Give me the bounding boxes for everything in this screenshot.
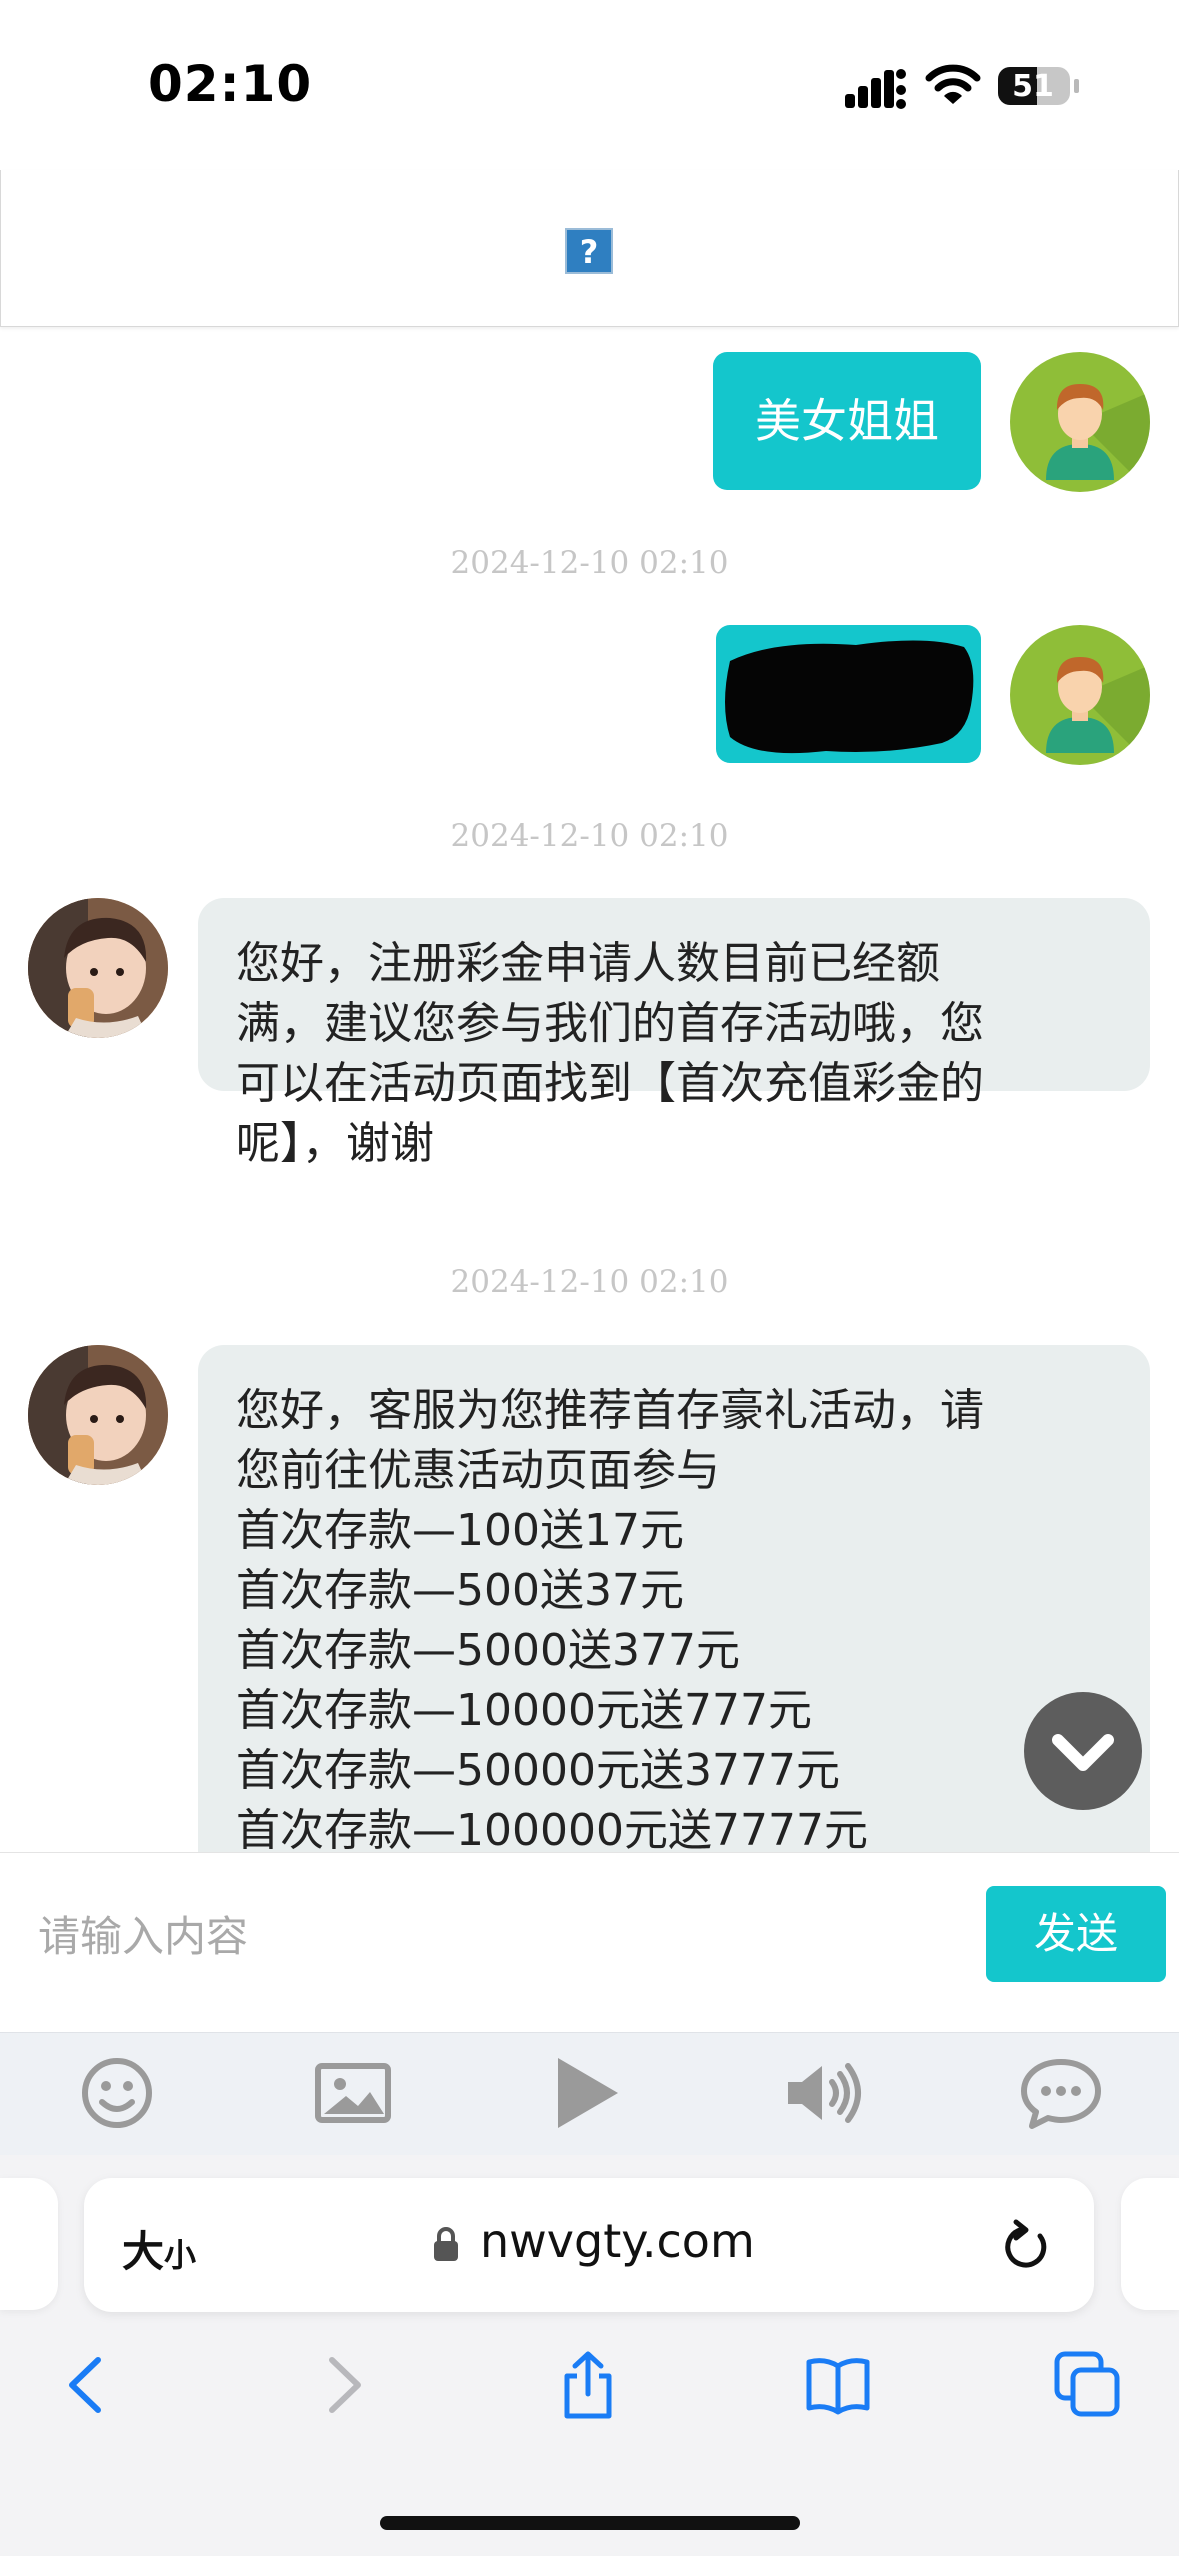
message-text: 首次存款—500送37元 bbox=[236, 1565, 684, 1616]
message-text: 首次存款—5000送377元 bbox=[236, 1625, 740, 1676]
redacted-content bbox=[725, 640, 974, 754]
tabs-icon[interactable] bbox=[1053, 2350, 1123, 2420]
message-text: 您好，注册彩金申请人数目前已经额 bbox=[236, 938, 940, 989]
url-text[interactable]: nwvgty.com bbox=[480, 2214, 755, 2268]
text-size-label: 大 bbox=[122, 2227, 165, 2276]
lock-icon bbox=[434, 2227, 458, 2261]
message-text: 可以在活动页面找到【首次充值彩金的 bbox=[236, 1058, 984, 1109]
chevron-down-icon bbox=[1052, 1734, 1114, 1771]
reload-icon[interactable] bbox=[1000, 2218, 1052, 2272]
person-icon bbox=[1046, 384, 1150, 492]
forward-icon[interactable] bbox=[308, 2350, 378, 2420]
child-photo bbox=[28, 1345, 168, 1485]
message-timestamp: 2024-12-10 02:10 bbox=[450, 818, 729, 854]
share-icon[interactable] bbox=[553, 2350, 623, 2420]
child-photo bbox=[28, 898, 168, 1038]
incoming-message-bubble: 您好，注册彩金申请人数目前已经额 满，建议您参与我们的首存活动哦，您 可以在活动… bbox=[198, 898, 1150, 1169]
message-text: 满，建议您参与我们的首存活动哦，您 bbox=[236, 998, 984, 1049]
text-size-button[interactable]: 大小 bbox=[122, 2218, 196, 2279]
status-clock: 02:10 bbox=[148, 55, 313, 113]
wifi-icon bbox=[925, 64, 981, 104]
bookmarks-icon[interactable] bbox=[803, 2350, 873, 2420]
broken-image-icon: ? bbox=[565, 228, 613, 274]
message-timestamp: 2024-12-10 02:10 bbox=[450, 545, 729, 581]
message-timestamp: 2024-12-10 02:10 bbox=[450, 1264, 729, 1300]
message-text: 您前往优惠活动页面参与 bbox=[236, 1445, 720, 1496]
voice-icon[interactable] bbox=[778, 2048, 868, 2138]
cellular-signal-icon bbox=[845, 69, 906, 109]
incoming-message-bubble: 您好，客服为您推荐首存豪礼活动，请 您前往优惠活动页面参与 首次存款—100送1… bbox=[198, 1345, 1150, 1852]
message-input[interactable] bbox=[36, 1880, 970, 1992]
emoji-icon[interactable] bbox=[72, 2048, 162, 2138]
person-icon bbox=[1046, 657, 1150, 765]
battery-level: 51 bbox=[1012, 69, 1054, 104]
message-list[interactable]: 美女姐姐 2024-12-10 02:10 2024-12-10 02:10 您… bbox=[0, 327, 1179, 1852]
message-text: 首次存款—10000元送777元 bbox=[236, 1685, 812, 1736]
agent-avatar[interactable] bbox=[1010, 625, 1150, 765]
image-icon[interactable] bbox=[308, 2048, 398, 2138]
battery-icon: 51 bbox=[997, 66, 1081, 106]
send-button[interactable]: 发送 bbox=[986, 1886, 1166, 1982]
support-avatar[interactable] bbox=[28, 898, 168, 1038]
message-text: 您好，客服为您推荐首存豪礼活动，请 bbox=[236, 1385, 984, 1436]
agent-avatar[interactable] bbox=[1010, 352, 1150, 492]
message-text: 首次存款—50000元送3777元 bbox=[236, 1745, 840, 1796]
previous-tab-preview[interactable] bbox=[0, 2178, 58, 2310]
text-size-label-small: 小 bbox=[164, 2236, 197, 2274]
scroll-to-bottom-button[interactable] bbox=[1024, 1692, 1142, 1810]
outgoing-message-bubble bbox=[716, 625, 981, 763]
back-icon[interactable] bbox=[52, 2350, 122, 2420]
chat-bubble-icon[interactable] bbox=[1016, 2048, 1106, 2138]
video-play-icon[interactable] bbox=[540, 2048, 630, 2138]
message-text: 美女姐姐 bbox=[755, 394, 939, 448]
message-text: 首次存款—100送17元 bbox=[236, 1505, 684, 1556]
next-tab-preview[interactable] bbox=[1121, 2178, 1179, 2310]
support-avatar[interactable] bbox=[28, 1345, 168, 1485]
home-indicator bbox=[380, 2516, 800, 2530]
outgoing-message-bubble: 美女姐姐 bbox=[713, 352, 981, 490]
message-text: 首次存款—100000元送7777元 bbox=[236, 1805, 868, 1852]
message-text: 呢】，谢谢 bbox=[236, 1118, 434, 1169]
